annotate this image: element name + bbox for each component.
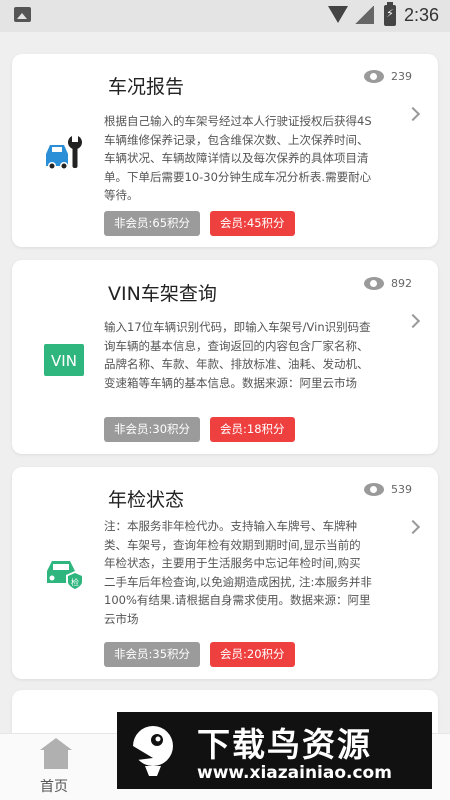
card-description: 注：本服务非年检代办。支持输入车牌号、车牌种类、车架号，查询年检有效期到期时间,… <box>104 519 372 626</box>
card-title: 年检状态 <box>108 489 185 511</box>
home-icon[interactable] <box>40 738 72 769</box>
member-price-badge: 会员:20积分 <box>210 642 295 667</box>
non-member-price-badge: 非会员:30积分 <box>104 417 201 442</box>
price-badges: 非会员:30积分 会员:18积分 <box>104 417 295 442</box>
car-inspection-icon: 检 <box>47 561 84 591</box>
chevron-right-icon[interactable] <box>405 106 421 122</box>
service-card-vehicle-report[interactable]: 车况报告 239 根据自己输入的车架号经过本人行驶证授权后获得4S车辆维修保养记… <box>12 54 438 247</box>
vin-icon-text: VIN <box>51 352 77 370</box>
chevron-right-icon[interactable] <box>405 519 421 535</box>
no-signal-icon <box>355 6 374 24</box>
status-time: 2:36 <box>404 5 440 25</box>
card-description: 输入17位车辆识别代码，即输入车架号/Vin识别码查询车辆的基本信息，查询返回的… <box>104 320 371 390</box>
price-badges: 非会员:65积分 会员:45积分 <box>104 211 295 236</box>
non-member-price-badge: 非会员:35积分 <box>104 642 201 667</box>
member-price-badge: 会员:18积分 <box>210 417 295 442</box>
status-bar: 2:36 <box>0 0 450 32</box>
view-count: 539 <box>364 483 412 496</box>
car-wrench-icon <box>46 136 82 170</box>
view-count-value: 539 <box>391 483 412 496</box>
watermark-title: 下载鸟资源 <box>197 725 372 764</box>
service-card-vin-query[interactable]: VIN VIN车架查询 892 输入17位车辆识别代码，即输入车架号/Vin识别… <box>12 260 438 454</box>
bird-logo-icon <box>131 726 173 776</box>
watermark-url: www.xiazainiao.com <box>197 763 392 783</box>
watermark-banner: 下载鸟资源 www.xiazainiao.com <box>117 712 432 789</box>
vin-icon: VIN <box>44 344 84 376</box>
wifi-icon <box>328 6 348 23</box>
battery-charging-icon <box>384 2 396 26</box>
card-description: 根据自己输入的车架号经过本人行驶证授权后获得4S车辆维修保养记录，包含维保次数、… <box>104 114 372 202</box>
eye-icon <box>364 277 384 290</box>
non-member-price-badge: 非会员:65积分 <box>104 211 201 236</box>
eye-icon <box>364 483 384 496</box>
chevron-right-icon[interactable] <box>405 313 421 329</box>
inspection-icon-text: 检 <box>71 577 79 587</box>
member-price-badge: 会员:45积分 <box>210 211 295 236</box>
view-count: 892 <box>364 277 412 290</box>
view-count-value: 892 <box>391 277 412 290</box>
service-card-annual-inspection[interactable]: 检 年检状态 539 注：本服务非年检代办。支持输入车牌号、车牌种类、车架号，查… <box>12 467 438 679</box>
eye-icon <box>364 70 384 83</box>
tab-home[interactable]: 首页 <box>40 776 68 796</box>
view-count-value: 239 <box>391 70 412 83</box>
view-count: 239 <box>364 70 412 83</box>
card-title: VIN车架查询 <box>108 283 217 305</box>
card-title: 车况报告 <box>108 76 185 98</box>
price-badges: 非会员:35积分 会员:20积分 <box>104 642 295 667</box>
image-notification-icon <box>14 7 31 22</box>
